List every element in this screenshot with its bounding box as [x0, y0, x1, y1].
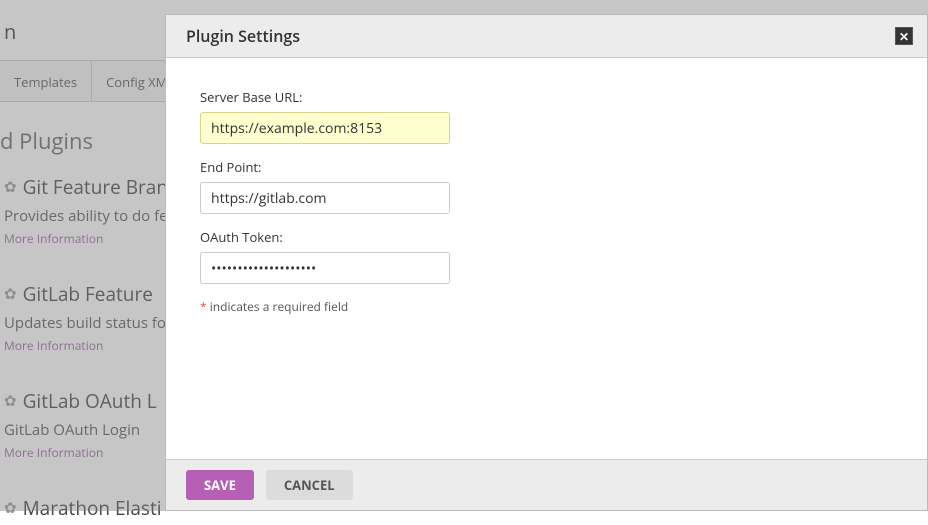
oauth-token-input[interactable]: [200, 252, 450, 284]
modal-header: Plugin Settings ✕: [166, 15, 927, 58]
form-row-endpoint: End Point:: [200, 158, 893, 214]
plugin-settings-modal: Plugin Settings ✕ Server Base URL: End P…: [165, 14, 928, 511]
save-button[interactable]: SAVE: [186, 470, 254, 500]
form-row-server-base-url: Server Base URL:: [200, 88, 893, 144]
required-note: * indicates a required field: [200, 298, 893, 315]
required-star: *: [200, 298, 207, 315]
form-row-oauth-token: OAuth Token:: [200, 228, 893, 284]
server-base-url-label: Server Base URL:: [200, 88, 893, 106]
endpoint-input[interactable]: [200, 182, 450, 214]
server-base-url-input[interactable]: [200, 112, 450, 144]
modal-title: Plugin Settings: [186, 25, 300, 47]
required-text: indicates a required field: [207, 298, 349, 315]
endpoint-label: End Point:: [200, 158, 893, 176]
oauth-token-label: OAuth Token:: [200, 228, 893, 246]
modal-footer: SAVE CANCEL: [166, 459, 927, 510]
cancel-button[interactable]: CANCEL: [266, 470, 353, 500]
close-button[interactable]: ✕: [895, 27, 913, 45]
modal-body: Server Base URL: End Point: OAuth Token:…: [166, 58, 927, 459]
close-icon: ✕: [899, 28, 909, 45]
